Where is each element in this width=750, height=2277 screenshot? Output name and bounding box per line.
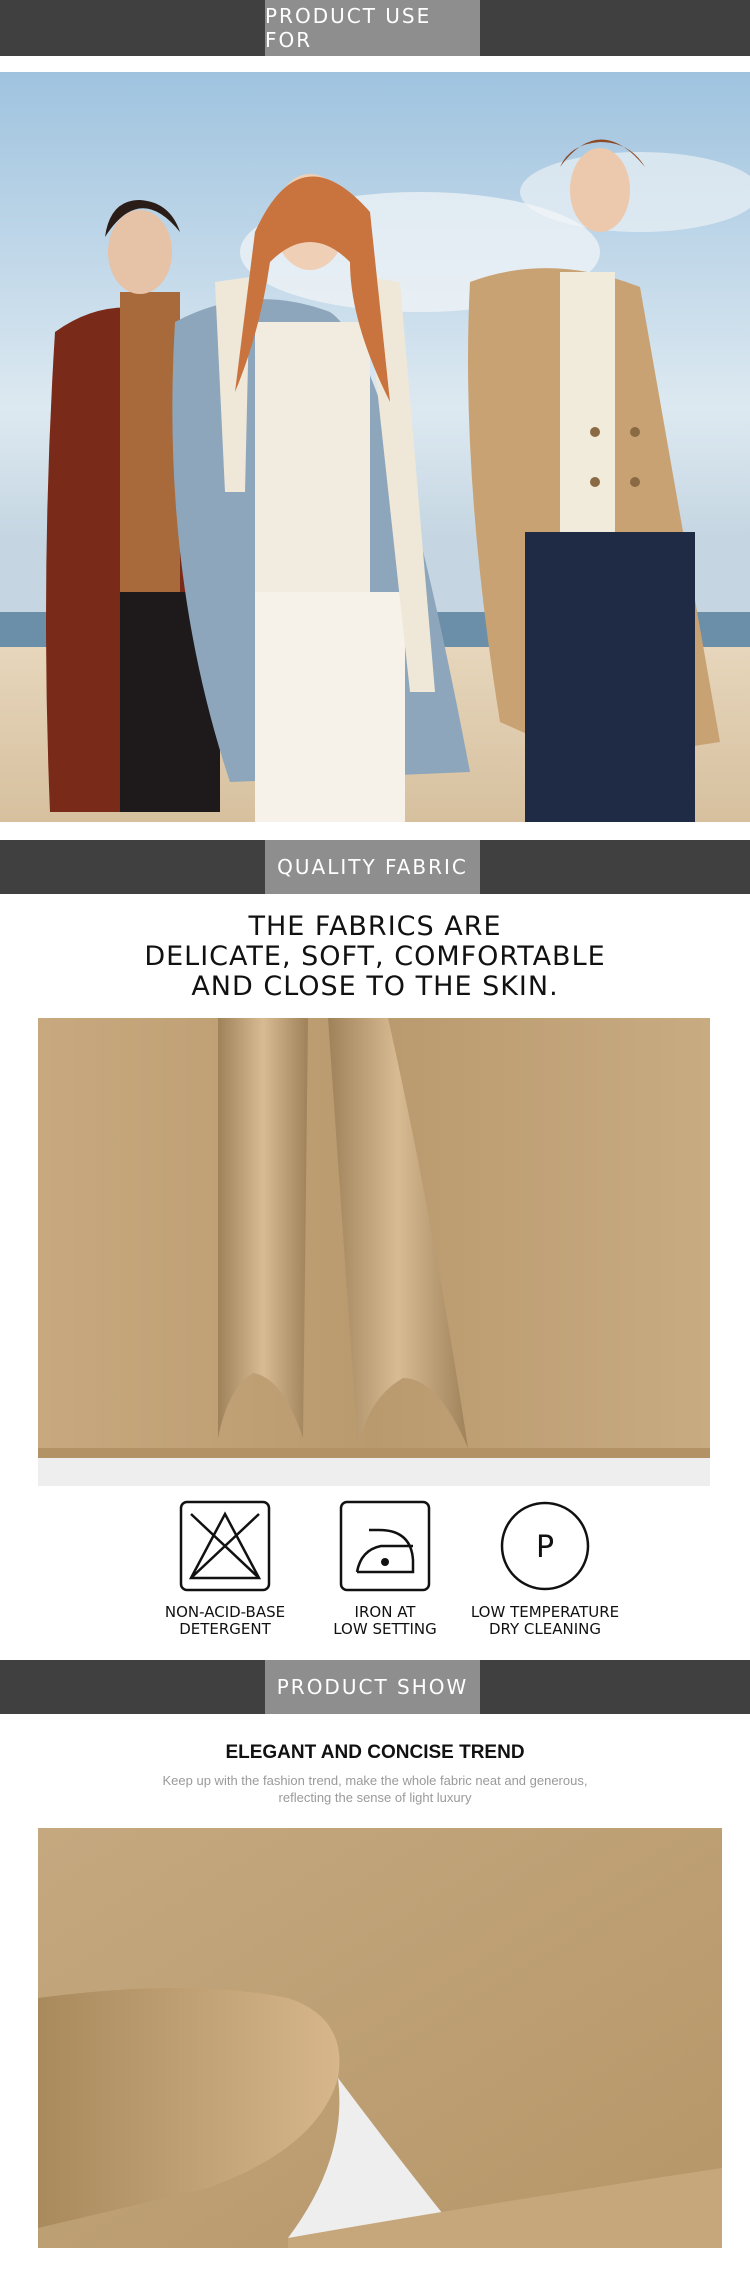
care-label-line-1: LOW TEMPERATURE — [470, 1603, 620, 1621]
section-label: PRODUCT USE FOR — [265, 0, 480, 56]
show-description: Keep up with the fashion trend, make the… — [0, 1772, 750, 1806]
models-coats-photo — [0, 72, 750, 822]
fabric-fold-photo — [38, 1828, 722, 2248]
headline-line-3: AND CLOSE TO THE SKIN. — [191, 971, 559, 1002]
section-header-quality-fabric: QUALITY FABRIC — [0, 840, 750, 894]
show-description-line-2: reflecting the sense of light luxury — [278, 1790, 472, 1805]
iron-low-icon — [339, 1500, 431, 1592]
care-item-dry-cleaning: P LOW TEMPERATURE DRY CLEANING — [460, 1500, 630, 1638]
care-label-line-2: DRY CLEANING — [488, 1620, 601, 1638]
show-description-line-1: Keep up with the fashion trend, make the… — [162, 1773, 588, 1788]
care-label-line-1: IRON AT — [354, 1603, 416, 1621]
show-title: ELEGANT AND CONCISE TREND — [225, 1742, 525, 1763]
care-label-line-2: LOW SETTING — [333, 1620, 437, 1638]
models-illustration — [0, 72, 750, 822]
care-item-detergent: NON-ACID-BASE DETERGENT — [140, 1500, 310, 1638]
headline-line-1: THE FABRICS ARE — [248, 911, 502, 942]
fabric-drape-illustration — [38, 1018, 710, 1486]
fabric-fold-illustration — [38, 1828, 722, 2248]
headline-line-2: DELICATE, SOFT, COMFORTABLE — [144, 941, 606, 972]
dry-clean-symbol: P — [536, 1530, 554, 1565]
care-label-line-2: DETERGENT — [179, 1620, 271, 1638]
section-label: QUALITY FABRIC — [265, 840, 480, 894]
care-label-line-1: NON-ACID-BASE — [164, 1603, 286, 1621]
care-item-iron: IRON AT LOW SETTING — [300, 1500, 470, 1638]
no-bleach-icon — [179, 1500, 271, 1592]
dry-clean-p-icon: P — [500, 1501, 590, 1591]
quality-headline: THE FABRICS ARE DELICATE, SOFT, COMFORTA… — [0, 912, 750, 1002]
fabric-drape-photo — [38, 1018, 710, 1486]
section-header-product-use-for: PRODUCT USE FOR — [0, 0, 750, 56]
section-header-product-show: PRODUCT SHOW — [0, 1660, 750, 1714]
section-label: PRODUCT SHOW — [265, 1660, 480, 1714]
